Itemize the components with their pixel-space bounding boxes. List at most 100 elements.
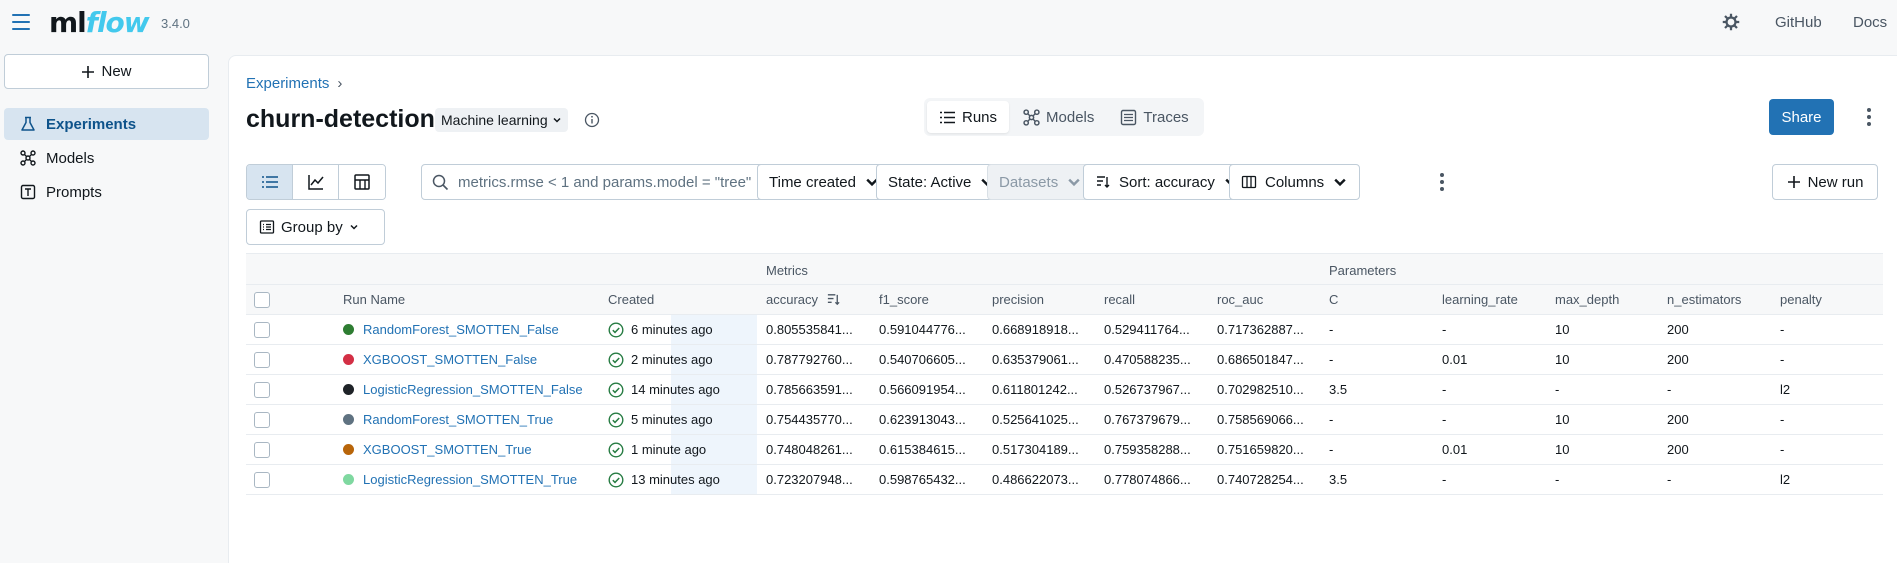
columns-icon [1241,175,1257,189]
cell-penalty: l2 [1780,382,1791,397]
run-color-dot[interactable] [343,414,354,425]
cell-recall: 0.759358288... [1104,442,1191,457]
run-color-dot[interactable] [343,474,354,485]
col-header-recall[interactable]: recall [1104,292,1135,307]
more-options-icon[interactable] [1432,172,1452,192]
cell-accuracy: 0.787792760... [766,352,853,367]
table-view-button[interactable] [247,165,293,199]
col-header-max-depth[interactable]: max_depth [1555,292,1619,307]
traces-icon [1121,109,1137,125]
table-row[interactable]: LogisticRegression_SMOTTEN_True 13 minute… [246,465,1883,495]
time-created-dropdown[interactable]: Time created [757,164,892,200]
col-header-f1-score[interactable]: f1_score [879,292,929,307]
docs-link[interactable]: Docs [1853,14,1887,31]
cell-accuracy: 0.754435770... [766,412,853,427]
col-header-run-name[interactable]: Run Name [343,292,405,307]
run-color-dot[interactable] [343,444,354,455]
run-name-link[interactable]: LogisticRegression_SMOTTEN_True [363,472,577,487]
cell-roc-auc: 0.751659820... [1217,442,1304,457]
run-color-dot[interactable] [343,324,354,335]
run-color-dot[interactable] [343,354,354,365]
table-row[interactable]: XGBOOST_SMOTTEN_False 2 minutes ago 0.7877… [246,345,1883,375]
col-header-n-estimators[interactable]: n_estimators [1667,292,1741,307]
chart-view-button[interactable] [293,165,339,199]
col-header-created[interactable]: Created [608,292,654,307]
plus-icon [82,65,95,78]
col-header-penalty[interactable]: penalty [1780,292,1822,307]
sidebar-item-models[interactable]: Models [4,142,209,174]
breadcrumb[interactable]: Experiments › [246,75,342,92]
run-name-link[interactable]: RandomForest_SMOTTEN_True [363,412,553,427]
cell-recall: 0.529411764... [1104,322,1190,337]
cell-accuracy: 0.805535841... [766,322,853,337]
created-cell: 2 minutes ago [631,352,713,367]
cell-max-depth: 10 [1555,442,1570,457]
check-circle-icon [608,351,624,368]
tab-traces[interactable]: Traces [1108,101,1200,133]
run-name-link[interactable]: XGBOOST_SMOTTEN_True [363,442,532,457]
settings-icon[interactable] [1722,13,1740,31]
cell-n-estimators: - [1667,382,1672,397]
tab-runs[interactable]: Runs [927,101,1010,133]
cell-max-depth: 10 [1555,412,1570,427]
col-header-c[interactable]: C [1329,292,1338,307]
run-name-link[interactable]: XGBOOST_SMOTTEN_False [363,352,537,367]
cell-f1-score: 0.615384615... [879,442,966,457]
col-header-accuracy[interactable]: accuracy [766,292,818,307]
more-options-icon[interactable] [1859,107,1879,127]
breadcrumb-experiments[interactable]: Experiments [246,75,329,92]
run-name-link[interactable]: LogisticRegression_SMOTTEN_False [363,382,583,397]
col-header-roc-auc[interactable]: roc_auc [1217,292,1263,307]
menu-icon[interactable] [12,14,30,30]
search-icon [432,174,449,190]
run-name-link[interactable]: RandomForest_SMOTTEN_False [363,322,559,337]
row-checkbox[interactable] [254,381,270,398]
table-row[interactable]: XGBOOST_SMOTTEN_True 1 minute ago 0.748048… [246,435,1883,465]
select-all-checkbox[interactable] [254,291,270,308]
columns-dropdown[interactable]: Columns [1229,164,1361,200]
dropdown-label: Time created [769,173,856,191]
info-icon[interactable] [584,112,600,128]
top-bar: mlflow 3.4.0 GitHub Docs [0,0,1897,45]
sidebar-item-experiments[interactable]: Experiments [4,108,209,140]
breadcrumb-separator: › [337,75,343,92]
new-button[interactable]: New [4,54,209,89]
mlflow-logo[interactable]: mlflow [49,6,150,39]
tab-models[interactable]: Models [1011,101,1106,133]
table-row[interactable]: RandomForest_SMOTTEN_False 6 minutes ago 0… [246,315,1883,345]
cell-max-depth: 10 [1555,322,1570,337]
sort-dropdown[interactable]: Sort: accuracy [1083,164,1251,200]
cell-f1-score: 0.566091954... [879,382,966,397]
row-checkbox[interactable] [254,471,270,488]
row-checkbox[interactable] [254,441,270,458]
runs-table: Metrics Parameters Run Name Created accu… [246,253,1883,495]
check-circle-icon [608,411,624,428]
sort-desc-icon[interactable] [826,292,841,307]
row-checkbox[interactable] [254,351,270,368]
chevron-down-icon [553,117,561,123]
sidebar-item-prompts[interactable]: Prompts [4,176,209,208]
github-link[interactable]: GitHub [1775,14,1822,31]
table-body: RandomForest_SMOTTEN_False 6 minutes ago 0… [246,315,1883,495]
artifact-view-button[interactable] [339,165,385,199]
datasets-dropdown[interactable]: Datasets [987,164,1095,200]
col-header-learning-rate[interactable]: learning_rate [1442,292,1518,307]
chevron-down-icon [1334,178,1346,187]
new-run-button[interactable]: New run [1772,164,1878,200]
table-row[interactable]: LogisticRegression_SMOTTEN_False 14 minut… [246,375,1883,405]
sort-icon [1097,176,1110,188]
cell-learning-rate: 0.01 [1442,442,1468,457]
cell-precision: 0.525641025... [992,412,1079,427]
col-header-precision[interactable]: precision [992,292,1044,307]
sidebar-item-label: Models [46,149,95,167]
share-button[interactable]: Share [1769,99,1834,135]
row-checkbox[interactable] [254,321,270,338]
experiment-type-dropdown[interactable]: Machine learning [435,108,568,132]
cell-penalty: - [1780,322,1785,337]
group-by-dropdown[interactable]: Group by [246,209,385,245]
table-row[interactable]: RandomForest_SMOTTEN_True 5 minutes ago 0.… [246,405,1883,435]
cell-max-depth: - [1555,382,1560,397]
cell-learning-rate: - [1442,322,1447,337]
run-color-dot[interactable] [343,384,354,395]
row-checkbox[interactable] [254,411,270,428]
